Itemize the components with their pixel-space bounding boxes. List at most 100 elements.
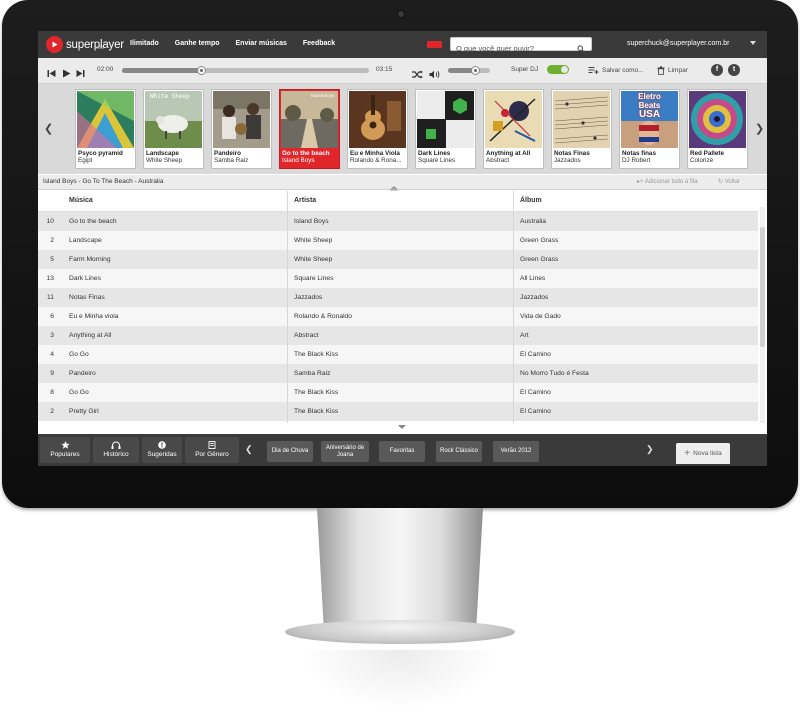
nav-ganhe-tempo[interactable]: Ganhe tempo	[175, 40, 220, 47]
column-header-album[interactable]: Álbum	[520, 197, 542, 204]
playlist-tab[interactable]: Rock Clássico	[436, 441, 482, 462]
track-album: Australia	[520, 218, 547, 225]
webcam-dot	[398, 11, 404, 17]
scroll-down-icon[interactable]	[398, 425, 406, 429]
track-number: 6	[50, 313, 54, 320]
table-row[interactable]: 10 Go to the beach Island Boys Australia	[38, 212, 758, 231]
nav-ilimitado[interactable]: Ilimitado	[130, 40, 159, 47]
playlist-card[interactable]: Dark Lines Square Lines	[415, 89, 476, 169]
save-list-icon	[588, 67, 599, 74]
album-art: Island Boys	[281, 91, 338, 148]
nav-sugeridas[interactable]: Sugeridas	[142, 437, 182, 463]
playlist-cards: Psyco pyramid Egipt White Sheep Landscap…	[75, 89, 755, 169]
nav-populares[interactable]: Populares	[40, 437, 90, 463]
carousel-next-icon[interactable]: ❯	[755, 122, 764, 135]
nav-label: Histórico	[103, 451, 129, 458]
user-email[interactable]: superchuck@superplayer.com.br	[627, 40, 729, 47]
track-song: Dark Lines	[69, 275, 101, 282]
table-row[interactable]: 4 Go Go The Black Kiss El Camino	[38, 345, 758, 364]
column-header-song[interactable]: Música	[69, 197, 93, 204]
column-divider	[513, 191, 514, 423]
playlist-tab[interactable]: Dia de Chuva	[267, 441, 313, 462]
table-row[interactable]: 9 Pandeiro Samba Raiz No Morro Tudo é Festa	[38, 364, 758, 383]
track-song: Pretty Girl	[69, 408, 99, 415]
table-row[interactable]: 11 Notas Finas Jazzados Jazzados	[38, 288, 758, 307]
trash-icon	[657, 66, 665, 75]
card-subtitle: Egipt	[78, 157, 93, 164]
total-time: 03:15	[376, 66, 393, 73]
nav-feedback[interactable]: Feedback	[303, 40, 335, 47]
album-art: White Sheep	[145, 91, 202, 148]
search-icon[interactable]	[577, 40, 585, 58]
card-subtitle: Samba Raiz	[214, 157, 249, 164]
playlist-tab[interactable]: Favoritas	[379, 441, 425, 462]
lists-prev-icon[interactable]: ❮	[245, 444, 253, 455]
table-row[interactable]: 13 Dark Lines Square Lines All Lines	[38, 269, 758, 288]
play-icon[interactable]	[62, 65, 71, 83]
clear-button[interactable]: Limpar	[657, 66, 688, 75]
track-number: 10	[46, 218, 54, 225]
playlist-card[interactable]: Eu e Minha Viola Rolando & Rona...	[347, 89, 408, 169]
volume-handle[interactable]	[471, 66, 481, 75]
play-logo-icon	[46, 36, 63, 53]
back-button[interactable]: ↻ Voltar	[718, 178, 740, 185]
track-artist: Square Lines	[294, 275, 334, 282]
lists-next-icon[interactable]: ❯	[646, 444, 654, 455]
shuffle-icon[interactable]	[412, 66, 423, 84]
nav-historico[interactable]: Histórico	[93, 437, 139, 463]
playlist-card[interactable]: Notas Finas Jazzados	[551, 89, 612, 169]
playlist-carousel: ❮ Psyco pyramid Egipt White Sheep Landsc…	[38, 84, 767, 174]
live-indicator	[427, 41, 442, 48]
search-input[interactable]	[451, 42, 566, 55]
superdj-toggle[interactable]	[547, 65, 569, 74]
save-as-button[interactable]: Salvar como...	[588, 66, 644, 75]
carousel-prev-icon[interactable]: ❮	[44, 122, 53, 135]
logo[interactable]: superplayer	[46, 36, 124, 53]
playlist-card[interactable]: Eletro Beats USA Notas finas DJ Robert	[619, 89, 680, 169]
top-nav: Ilimitado Ganhe tempo Enviar músicas Fee…	[130, 40, 351, 47]
track-song: Go Go	[69, 389, 89, 396]
volume-slider[interactable]	[448, 66, 490, 75]
playlist-card[interactable]: Anything at All Abstract	[483, 89, 544, 169]
track-artist: Samba Raiz	[294, 370, 331, 377]
table-row[interactable]: 8 Go Go The Black Kiss El Camino	[38, 383, 758, 402]
progress-fill	[122, 68, 202, 73]
progress-bar[interactable]	[122, 66, 369, 75]
table-row[interactable]: 3 Anything at All Abstract Art	[38, 326, 758, 345]
add-all-to-queue-button[interactable]: ▸+ Adicionar tudo à fila	[637, 178, 698, 185]
track-album: El Camino	[520, 408, 551, 415]
playlist-card-active[interactable]: Island Boys Go to the beach Island Boys	[279, 89, 340, 169]
headphones-icon	[111, 441, 121, 449]
progress-handle[interactable]	[197, 66, 207, 75]
back-label: Voltar	[724, 179, 741, 185]
column-header-artist[interactable]: Artista	[294, 197, 316, 204]
playlist-tab[interactable]: Aniversário de Joana	[321, 441, 369, 462]
track-artist: White Sheep	[294, 256, 333, 263]
volume-icon[interactable]	[429, 66, 441, 84]
card-title: Dark Lines	[418, 150, 451, 157]
nav-por-genero[interactable]: Por Gênero	[185, 437, 239, 463]
twitter-icon[interactable]: t	[728, 64, 740, 76]
previous-icon[interactable]	[47, 65, 56, 83]
nav-enviar-musicas[interactable]: Enviar músicas	[236, 40, 287, 47]
chevron-down-icon[interactable]	[750, 41, 756, 45]
playlist-card[interactable]: Red Pallete Colorize	[687, 89, 748, 169]
track-song: Pandeiro	[69, 370, 96, 377]
table-row[interactable]: 2 Pretty Girl The Black Kiss El Camino	[38, 402, 758, 421]
playlist-card[interactable]: Pandeiro Samba Raiz	[211, 89, 272, 169]
table-scrollbar[interactable]	[760, 207, 765, 423]
table-row[interactable]: 6 Eu e Minha viola Rolando & Ronaldo Vida d…	[38, 307, 758, 326]
playlist-tab[interactable]: Verão 2012	[493, 441, 539, 462]
scrollbar-thumb[interactable]	[760, 227, 765, 347]
table-row[interactable]: 5 Farm Morning White Sheep Green Grass	[38, 250, 758, 269]
table-row[interactable]: 2 Landscape White Sheep Green Grass	[38, 231, 758, 250]
card-subtitle: Jazzados	[554, 157, 581, 164]
monitor-bezel: superplayer beta Ilimitado Ganhe tempo E…	[2, 0, 798, 508]
card-title: Notas finas	[622, 150, 656, 157]
player-bar: 02:00 03:15 Super DJ Salvar como... Limp…	[38, 58, 767, 84]
facebook-icon[interactable]: f	[711, 64, 723, 76]
new-list-button[interactable]: + Nova lista	[676, 443, 730, 464]
playlist-card[interactable]: Psyco pyramid Egipt	[75, 89, 136, 169]
playlist-card[interactable]: White Sheep Landscape White Sheep	[143, 89, 204, 169]
next-icon[interactable]	[76, 65, 85, 83]
